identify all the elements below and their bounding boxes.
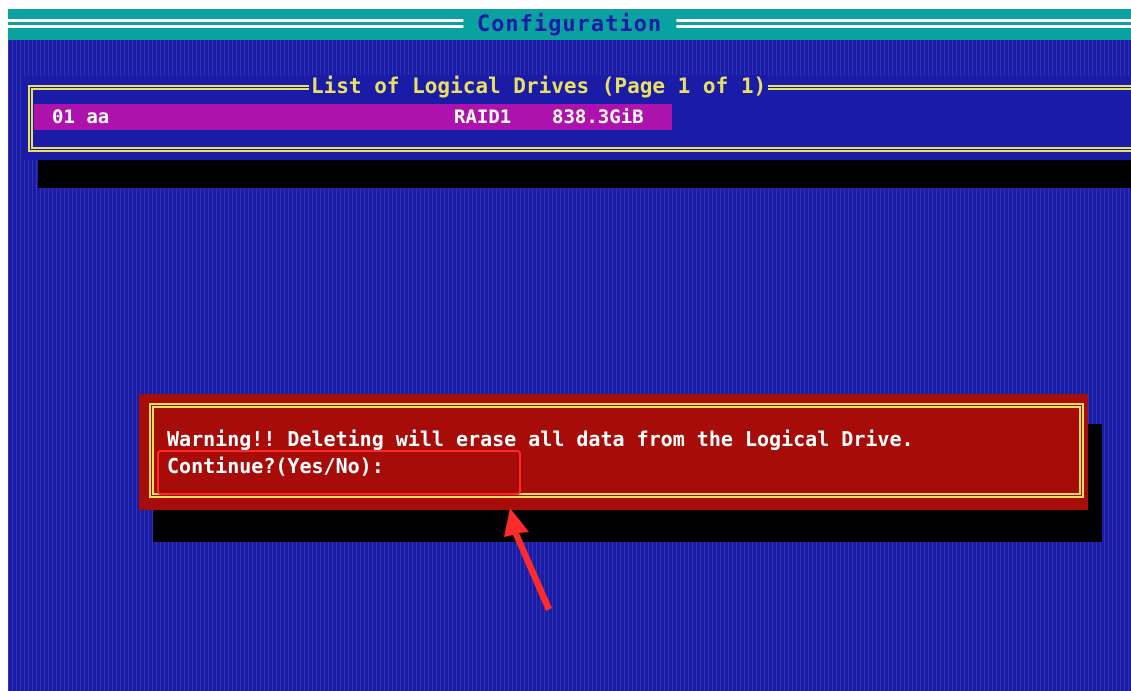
logical-drive-row[interactable]: 01 aa RAID1 838.3GiB [34, 104, 672, 130]
bios-screen: Configuration List of Logical Drives (Pa… [0, 0, 1131, 691]
title-bar: Configuration [8, 9, 1131, 40]
annotation-highlight-box [157, 450, 521, 495]
drive-raid-level: RAID1 [454, 106, 512, 128]
warning-message: Warning!! Deleting will erase all data f… [167, 427, 914, 451]
window-title: Configuration [462, 13, 677, 37]
drive-list-title: List of Logical Drives (Page 1 of 1) [309, 74, 769, 98]
drive-id: 01 aa [52, 106, 110, 128]
dialog-shadow [153, 510, 1102, 542]
drive-size: 838.3GiB [552, 106, 644, 128]
annotation-arrow-icon [504, 508, 552, 611]
drive-panel-shadow [38, 160, 1131, 188]
